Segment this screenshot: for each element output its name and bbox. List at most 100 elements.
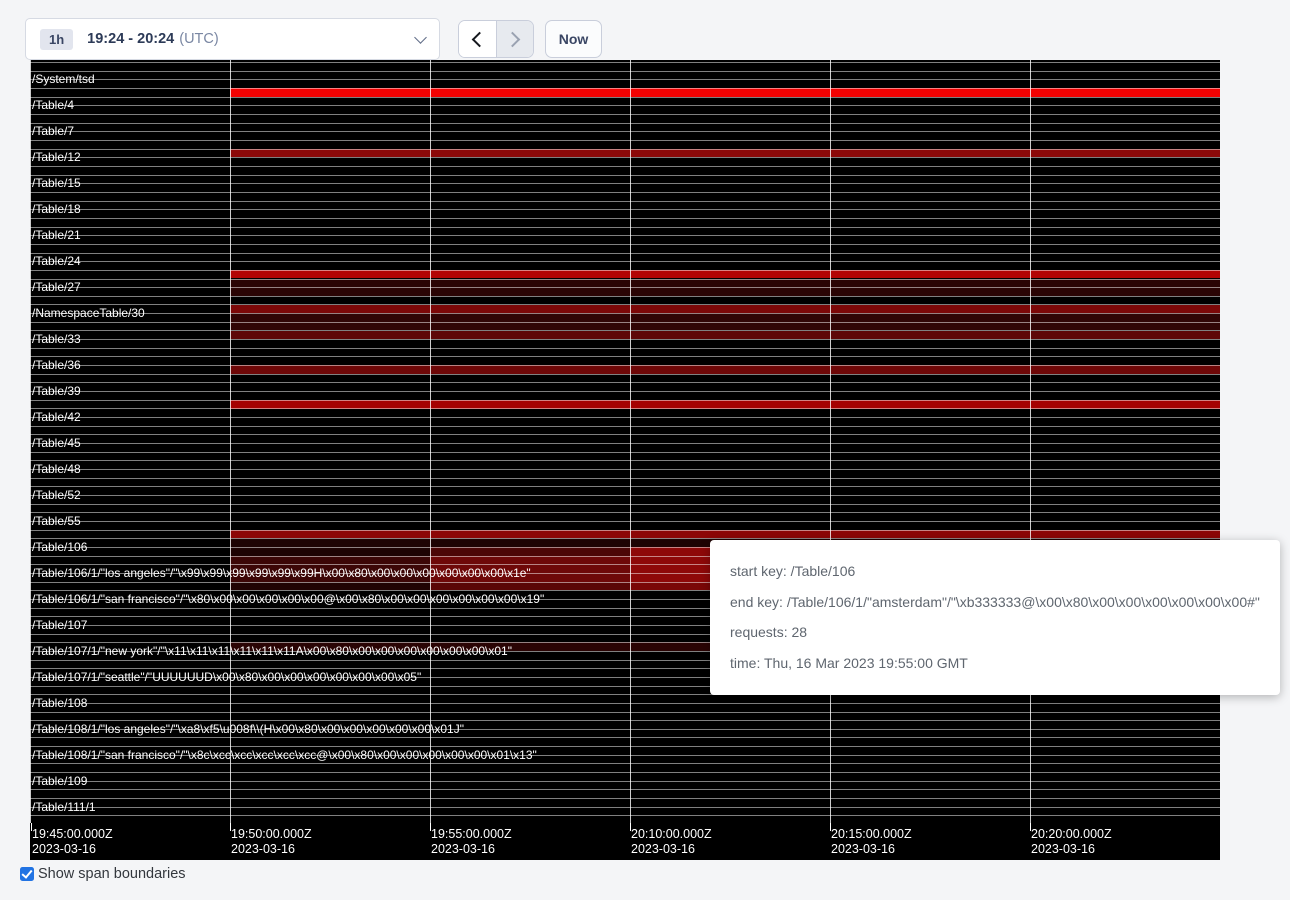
span-boundary-line: [30, 175, 1220, 176]
span-boundary-line: [30, 313, 1220, 314]
prev-range-button[interactable]: [459, 21, 497, 57]
footer: Show span boundaries: [20, 866, 186, 882]
time-range-selector[interactable]: 1h 19:24 - 20:24 (UTC): [25, 18, 440, 60]
x-axis-tick: 20:15:00.000Z2023-03-16: [831, 827, 912, 857]
span-boundary-line: [30, 798, 1220, 799]
row-label: /Table/18: [32, 203, 81, 215]
row-label: /Table/108/1/"los angeles"/"\xa8\xf5\u00…: [32, 723, 464, 735]
row-label: /Table/7: [32, 125, 74, 137]
row-label: /Table/12: [32, 151, 81, 163]
span-boundary-line: [30, 140, 1220, 141]
span-boundary-line: [30, 469, 1220, 470]
span-boundary-line: [30, 763, 1220, 764]
span-boundary-line: [30, 789, 1220, 790]
row-label: /NamespaceTable/30: [32, 307, 145, 319]
span-boundary-line: [30, 123, 1220, 124]
time-gridline: [430, 60, 431, 823]
span-boundary-line: [30, 227, 1220, 228]
span-boundary-line: [30, 452, 1220, 453]
span-boundary-line: [30, 391, 1220, 392]
row-label: /Table/107/1/"new york"/"\x11\x11\x11\x1…: [32, 645, 512, 657]
x-axis-tick: 19:50:00.000Z2023-03-16: [231, 827, 312, 857]
next-range-button[interactable]: [497, 21, 534, 57]
range-duration-badge: 1h: [40, 29, 73, 50]
span-boundary-line: [30, 460, 1220, 461]
row-label: /Table/108: [32, 697, 87, 709]
row-label: /Table/52: [32, 489, 81, 501]
show-span-boundaries-checkbox[interactable]: [20, 867, 34, 881]
row-label: /System/tsd: [32, 73, 95, 85]
span-boundary-line: [30, 495, 1220, 496]
span-boundary-line: [30, 131, 1220, 132]
span-boundary-line: [30, 209, 1220, 210]
span-boundary-line: [30, 434, 1220, 435]
time-gridline: [1030, 60, 1031, 823]
row-label: /Table/111/1: [32, 801, 96, 813]
heat-band: [430, 582, 630, 591]
span-boundary-line: [30, 530, 1220, 531]
span-boundary-line: [30, 426, 1220, 427]
span-boundary-line: [30, 166, 1220, 167]
key-visualizer-canvas[interactable]: 19:45:00.000Z2023-03-16 19:50:00.000Z2023…: [30, 60, 1220, 860]
span-boundary-line: [30, 781, 1220, 782]
row-label: /Table/42: [32, 411, 81, 423]
heat-band: [230, 270, 1220, 279]
now-button[interactable]: Now: [545, 20, 602, 58]
row-label: /Table/106/1/"los angeles"/"\x99\x99\x99…: [32, 567, 531, 579]
span-tooltip: start key: /Table/106 end key: /Table/10…: [710, 540, 1280, 695]
span-boundary-line: [30, 339, 1220, 340]
row-label: /Table/15: [32, 177, 81, 189]
span-boundary-line: [30, 330, 1220, 331]
span-boundary-line: [30, 97, 1220, 98]
span-boundary-line: [30, 287, 1220, 288]
span-boundary-line: [30, 512, 1220, 513]
row-label: /Table/24: [32, 255, 81, 267]
heat-band: [230, 547, 430, 556]
tooltip-end-key: end key: /Table/106/1/"amsterdam"/"\xb33…: [730, 594, 1272, 611]
span-boundary-line: [30, 88, 1220, 89]
span-boundary-line: [30, 382, 1220, 383]
span-boundary-line: [30, 149, 1220, 150]
span-boundary-line: [30, 348, 1220, 349]
span-boundary-line: [30, 62, 1220, 63]
heat-band: [430, 547, 630, 556]
span-boundary-line: [30, 356, 1220, 357]
heat-band: [230, 582, 430, 591]
span-boundary-line: [30, 815, 1220, 816]
time-gridline: [830, 60, 831, 823]
span-boundary-line: [30, 408, 1220, 409]
row-label: /Table/36: [32, 359, 81, 371]
span-boundary-line: [30, 71, 1220, 72]
span-boundary-line: [30, 374, 1220, 375]
chevron-left-icon: [471, 31, 487, 47]
span-boundary-line: [30, 737, 1220, 738]
span-boundary-line: [30, 279, 1220, 280]
time-gridline: [630, 60, 631, 823]
span-boundary-line: [30, 486, 1220, 487]
x-axis-tick: 20:20:00.000Z2023-03-16: [1031, 827, 1112, 857]
span-boundary-line: [30, 105, 1220, 106]
span-boundary-line: [30, 201, 1220, 202]
span-boundary-line: [30, 365, 1220, 366]
row-label: /Table/107: [32, 619, 87, 631]
span-boundary-line: [30, 296, 1220, 297]
row-label: /Table/48: [32, 463, 81, 475]
span-boundary-line: [30, 478, 1220, 479]
span-boundary-line: [30, 253, 1220, 254]
row-label: /Table/39: [32, 385, 81, 397]
span-boundary-line: [30, 712, 1220, 713]
key-visualizer-page: 1h 19:24 - 20:24 (UTC) Now 19:45:00.000Z…: [0, 0, 1290, 900]
span-boundary-line: [30, 114, 1220, 115]
heat-band: [230, 88, 1220, 97]
span-boundary-line: [30, 157, 1220, 158]
tooltip-requests: requests: 28: [730, 624, 1272, 641]
span-boundary-line: [30, 244, 1220, 245]
row-label: /Table/21: [32, 229, 81, 241]
range-timezone: (UTC): [179, 31, 218, 47]
span-boundary-line: [30, 183, 1220, 184]
row-label: /Table/107/1/"seattle"/"UUUUUUD\x00\x80\…: [32, 671, 421, 683]
heat-band: [230, 530, 1220, 539]
x-axis-tick: 19:45:00.000Z2023-03-16: [32, 827, 113, 857]
span-boundary-line: [30, 417, 1220, 418]
heat-band: [230, 331, 1220, 340]
